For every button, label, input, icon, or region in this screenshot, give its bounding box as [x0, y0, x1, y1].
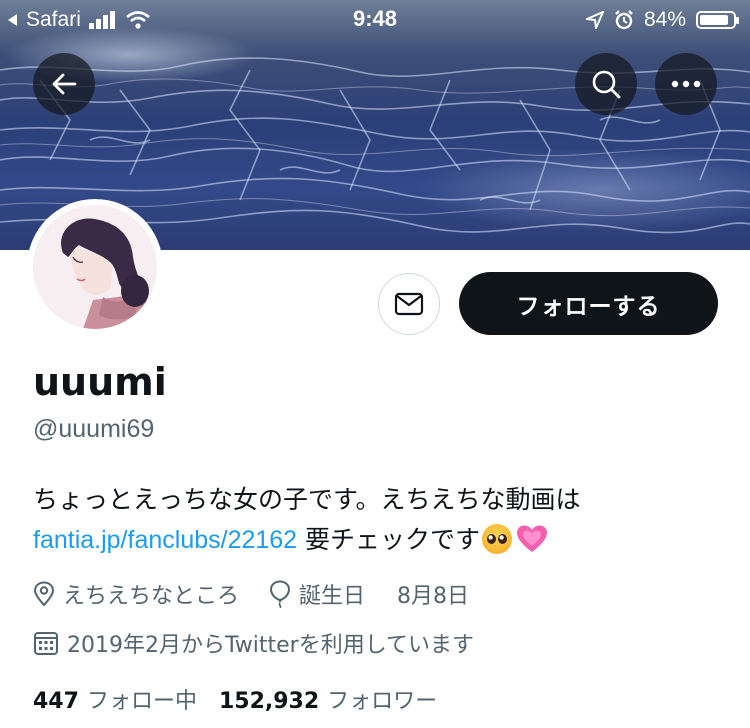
- birthday-date: 8月8日: [397, 584, 470, 609]
- arrow-left-icon: [52, 73, 77, 95]
- back-button[interactable]: [33, 53, 95, 115]
- battery-icon: [696, 11, 739, 29]
- location-pin-icon: [33, 581, 55, 607]
- joined-row: 2019年2月からTwitterを利用しています: [33, 627, 504, 659]
- followers-count: 152,932: [218, 689, 320, 714]
- bio-text-line2: 要チェックです: [297, 525, 481, 554]
- followers-stat[interactable]: 152,932 フォロワー: [219, 683, 437, 715]
- search-button[interactable]: [575, 53, 637, 115]
- alarm-icon: [615, 10, 633, 30]
- location-item: えちえちなところ: [33, 578, 239, 610]
- more-button[interactable]: [655, 53, 717, 115]
- follow-stats: 447 フォロー中 152,932 フォロワー: [33, 683, 437, 715]
- following-label: フォロー中: [86, 689, 197, 714]
- followers-label: フォロワー: [327, 689, 438, 714]
- follow-button[interactable]: フォローする: [459, 272, 718, 335]
- bio-link[interactable]: fantia.jp/fanclubs/22162: [33, 526, 297, 554]
- message-button[interactable]: [378, 273, 440, 335]
- avatar-image: [33, 205, 157, 329]
- following-count: 447: [33, 689, 79, 714]
- pleading-face-emoji: [482, 524, 513, 554]
- profile-bio: ちょっとえっちな女の子です。えちえちな動画は fantia.jp/fanclub…: [33, 480, 723, 560]
- bio-text-line1: ちょっとえっちな女の子です。えちえちな動画は: [33, 485, 581, 514]
- growing-heart-emoji: [517, 525, 548, 552]
- calendar-icon: [34, 632, 58, 655]
- birthday-item: 誕生日 8月8日: [269, 578, 469, 610]
- following-stat[interactable]: 447 フォロー中: [33, 683, 197, 715]
- mail-icon: [394, 292, 424, 316]
- location-services-icon: [585, 11, 604, 29]
- birthday-label: 誕生日: [299, 584, 366, 609]
- location-text: えちえちなところ: [63, 584, 240, 609]
- status-right: 84%: [585, 8, 739, 32]
- display-name: uuumi: [33, 360, 167, 404]
- profile-meta-row: えちえちなところ 誕生日 8月8日: [33, 578, 499, 610]
- status-bar: Safari 9:48 84%: [0, 0, 750, 40]
- avatar-illustration: [33, 205, 157, 329]
- battery-percentage: 84%: [643, 8, 686, 31]
- more-horizontal-icon: [671, 80, 701, 88]
- joined-text: 2019年2月からTwitterを利用しています: [67, 633, 475, 658]
- profile-avatar[interactable]: [27, 199, 163, 335]
- search-icon: [592, 70, 621, 99]
- balloon-icon: [270, 580, 291, 608]
- joined-item: 2019年2月からTwitterを利用しています: [33, 627, 474, 659]
- username-handle: @uuumi69: [33, 415, 155, 443]
